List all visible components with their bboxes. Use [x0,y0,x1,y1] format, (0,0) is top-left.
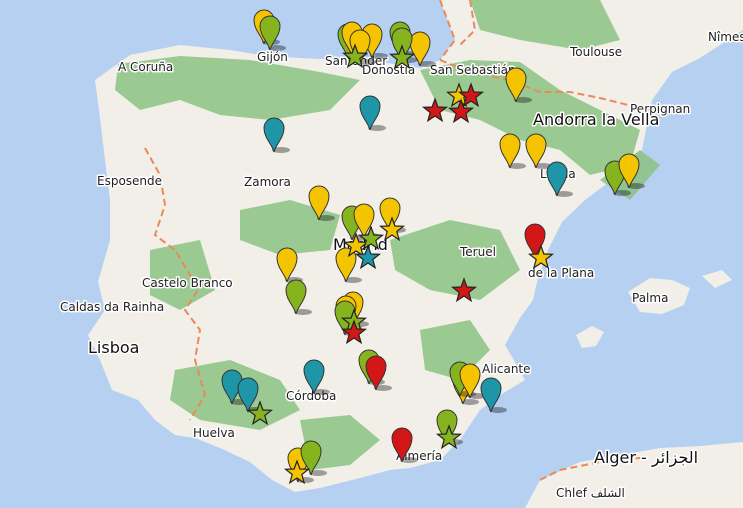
place-label: Alicante [482,362,531,376]
place-label: Alger - الجزائر [594,448,698,468]
place-label: Andorra la Vella [533,110,659,129]
map-canvas[interactable]: A CoruñaGijónSantanderDonostiaSan Sebast… [0,0,743,508]
place-label: Caldas da Rainha [60,300,164,314]
place-label: Nîmes [708,30,743,44]
map-view[interactable]: A CoruñaGijónSantanderDonostiaSan Sebast… [0,0,743,508]
place-label: Palma [632,291,668,305]
place-label: Chlef الشلف [556,486,625,500]
place-label: Toulouse [569,45,622,59]
place-label: Zamora [244,175,291,189]
place-label: Huelva [193,426,235,440]
place-label: Gijón [257,50,288,64]
place-label: de la Plana [528,266,594,280]
place-label: Lisboa [88,338,139,357]
place-label: Esposende [97,174,162,188]
place-label: Castelo Branco [142,276,233,290]
place-label: Teruel [459,245,496,259]
place-label: A Coruña [118,60,173,74]
place-label: San Sebastián [430,63,516,77]
